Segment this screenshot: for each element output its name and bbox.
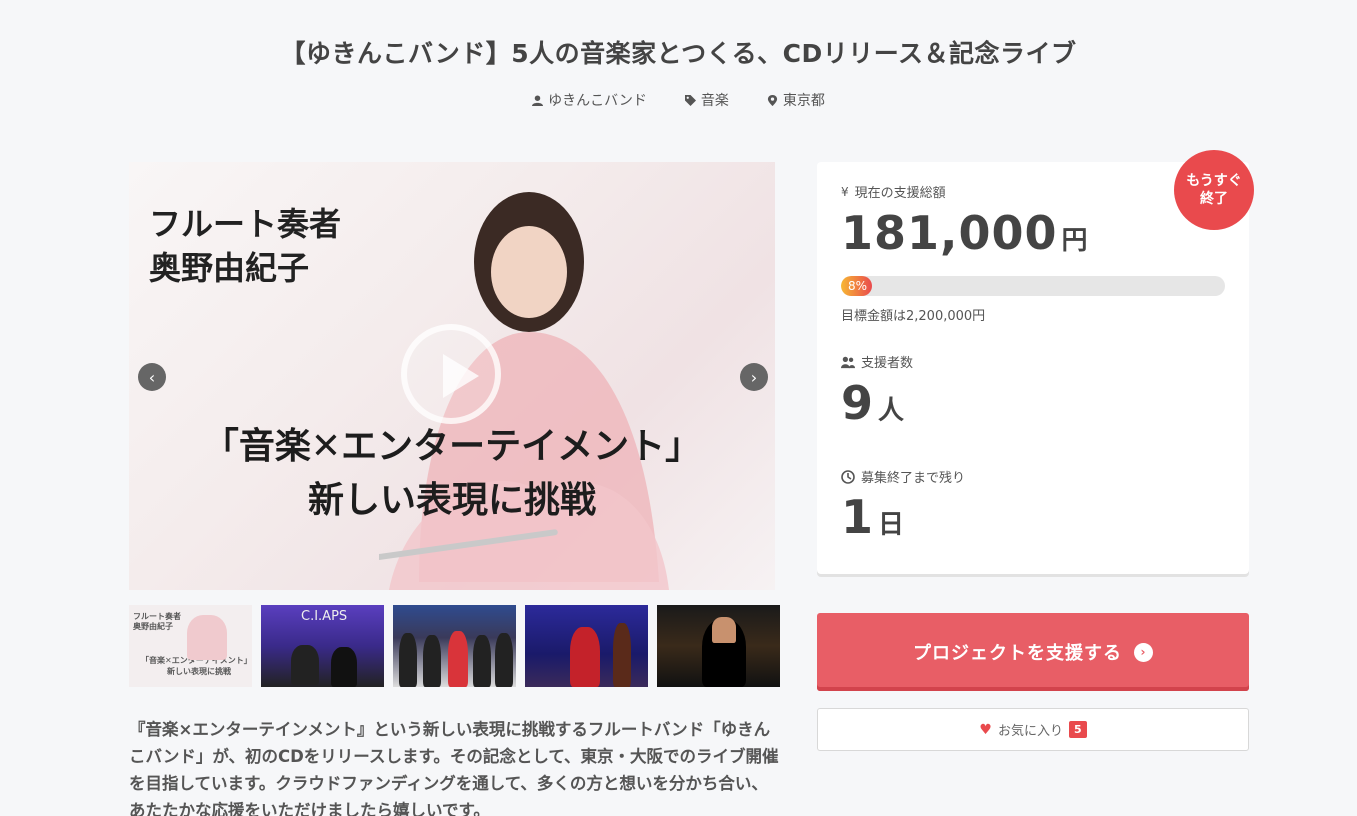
chevron-right-icon: › — [750, 367, 758, 387]
tag-icon — [684, 94, 696, 106]
favorite-count: 5 — [1068, 721, 1087, 738]
owner-link[interactable]: ゆきんこバンド — [532, 90, 647, 110]
thumb-caption-4: 新しい表現に挑戦 — [167, 667, 231, 676]
carousel-next-button[interactable]: › — [740, 363, 768, 391]
favorite-label: お気に入り — [997, 724, 1063, 739]
location-name: 東京都 — [782, 93, 825, 109]
project-description: 『音楽×エンターテインメント』という新しい表現に挑戦するフルートバンド「ゆきんこ… — [129, 720, 779, 816]
thumbnail-4[interactable] — [525, 605, 648, 687]
thumbnail-5[interactable] — [657, 605, 780, 687]
main-video[interactable]: フルート奏者 奥野由紀子 「音楽✕エンターテイメント」 新しい表現に挑戦 ‹ › — [129, 162, 775, 590]
supporters-label: 支援者数 — [841, 352, 913, 371]
favorite-button[interactable]: ♥ お気に入り 5 — [817, 708, 1249, 751]
users-icon — [841, 356, 855, 368]
thumb-sign: C.I.APS — [301, 609, 348, 624]
media-caption-line1: 「音楽✕エンターテイメント」 — [202, 426, 702, 467]
remaining-label: 募集終了まで残り — [841, 467, 965, 486]
thumbnail-3[interactable] — [393, 605, 516, 687]
owner-name: ゆきんこバンド — [548, 93, 647, 109]
supporters-unit: 人 — [878, 396, 905, 426]
clock-icon — [841, 469, 855, 484]
thumbnail-strip: フルート奏者 奥野由紀子 「音楽✕エンターテイメント」 新しい表現に挑戦 C.I… — [129, 605, 780, 687]
category-name: 音楽 — [700, 93, 729, 109]
support-project-button[interactable]: プロジェクトを支援する › — [817, 613, 1249, 691]
goal-text: 目標金額は2,200,000円 — [841, 309, 986, 324]
funding-stats-card: ¥ 現在の支援総額 181,000 円 8% 目標金額は2,200,000円 支… — [817, 162, 1249, 574]
supporters-value: 9 — [841, 376, 875, 430]
remaining-unit: 日 — [878, 510, 905, 540]
project-meta: ゆきんこバンド 音楽 東京都 — [0, 90, 1357, 110]
chevron-right-icon: › — [1134, 642, 1153, 662]
thumb-caption-2: 奥野由紀子 — [133, 622, 173, 631]
play-button[interactable] — [401, 324, 501, 424]
media-caption-line2: 新しい表現に挑戦 — [307, 480, 596, 521]
page-title: 【ゆきんこバンド】5人の音楽家とつくる、CDリリース＆記念ライブ — [280, 39, 1077, 68]
total-unit: 円 — [1061, 226, 1088, 256]
carousel-prev-button[interactable]: ‹ — [138, 363, 166, 391]
category-link[interactable]: 音楽 — [684, 90, 729, 110]
user-icon — [532, 94, 544, 106]
chevron-left-icon: ‹ — [148, 367, 156, 387]
total-label: ¥ 現在の支援総額 — [841, 184, 946, 202]
thumbnail-1[interactable]: フルート奏者 奥野由紀子 「音楽✕エンターテイメント」 新しい表現に挑戦 — [129, 605, 252, 687]
remaining-value: 1 — [841, 490, 875, 544]
ending-soon-badge: もうすぐ 終了 — [1174, 150, 1254, 230]
yen-icon: ¥ — [841, 184, 849, 199]
total-amount: 181,000 円 — [841, 206, 1088, 260]
total-value: 181,000 — [841, 206, 1058, 260]
progress-fill: 8% — [841, 276, 872, 296]
support-button-label: プロジェクトを支援する — [913, 643, 1122, 664]
progress-bar: 8% — [841, 276, 1225, 296]
remaining-days: 1 日 — [841, 490, 904, 544]
supporters-count: 9 人 — [841, 376, 904, 430]
location-link[interactable]: 東京都 — [767, 90, 825, 110]
map-pin-icon — [767, 94, 777, 106]
heart-icon: ♥ — [979, 721, 992, 738]
media-caption-main: 「音楽✕エンターテイメント」 新しい表現に挑戦 — [129, 420, 775, 528]
thumbnail-2[interactable]: C.I.APS — [261, 605, 384, 687]
media-caption-top: フルート奏者 奥野由紀子 — [149, 205, 342, 287]
